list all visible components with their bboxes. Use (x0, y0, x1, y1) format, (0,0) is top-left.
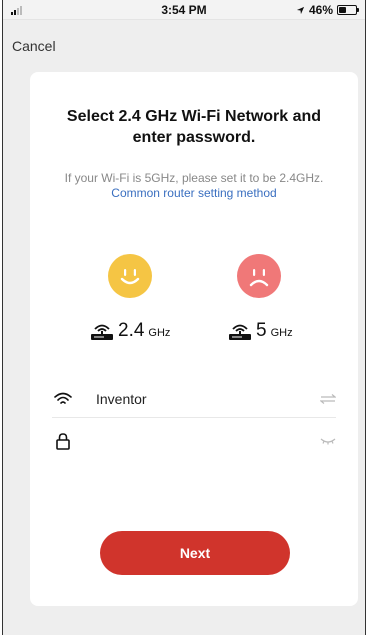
battery-percent: 46% (308, 3, 333, 17)
router-setting-link[interactable]: Common router setting method (111, 186, 276, 200)
phone-screen: 3:54 PM 46% Cancel Select 2.4 GHz Wi-Fi … (2, 0, 366, 635)
battery-fill (339, 7, 347, 13)
band-2-4-number: 2.4 (118, 320, 145, 341)
router-icon (229, 324, 251, 340)
band-5-unit: GHz (270, 327, 293, 339)
wifi-icon (54, 392, 72, 404)
status-bar: 3:54 PM 46% (3, 0, 365, 20)
band-2-4ghz: 2.4 GHz (90, 314, 170, 340)
subtitle-text: If your Wi-Fi is 5GHz, please set it to … (64, 171, 324, 185)
wifi-network-row[interactable]: Inventor (52, 380, 336, 418)
subtitle: If your Wi-Fi is 5GHz, please set it to … (50, 171, 338, 201)
password-input[interactable] (96, 433, 316, 449)
sad-face-icon (237, 254, 281, 298)
cancel-button[interactable]: Cancel (12, 38, 56, 54)
eye-closed-icon[interactable] (320, 437, 336, 445)
band-5ghz: 5 GHz (228, 314, 293, 340)
status-right: 46% (296, 3, 359, 17)
page-title: Select 2.4 GHz Wi-Fi Network and enter p… (66, 108, 322, 146)
next-button[interactable]: Next (100, 531, 290, 575)
password-row[interactable] (52, 422, 336, 460)
lock-icon (56, 432, 70, 450)
band-2-4-unit: GHz (148, 327, 171, 339)
wifi-setup-card: Select 2.4 GHz Wi-Fi Network and enter p… (30, 72, 358, 606)
switch-network-icon[interactable] (320, 393, 336, 404)
happy-face-icon (108, 254, 152, 298)
battery-icon (337, 5, 359, 15)
router-icon (91, 324, 113, 340)
location-arrow-icon (296, 6, 305, 14)
band-5-number: 5 (256, 320, 267, 341)
wifi-network-name[interactable]: Inventor (96, 391, 316, 407)
